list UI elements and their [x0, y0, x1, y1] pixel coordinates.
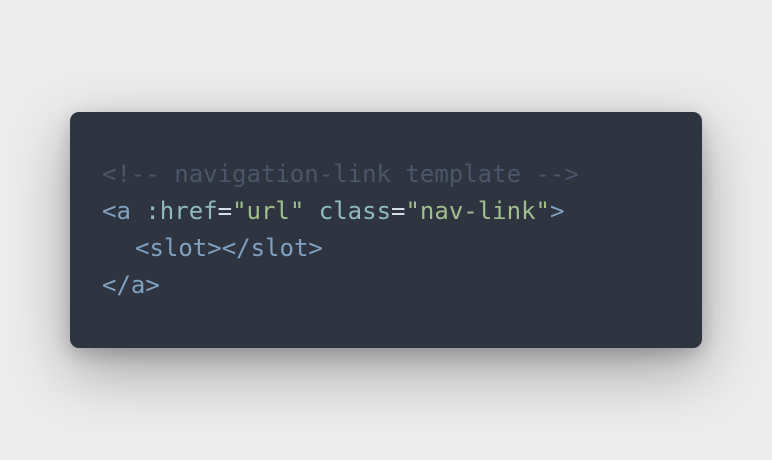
tag-slot-open: <slot> — [135, 234, 222, 262]
code-line-slot: <slot></slot> — [102, 230, 702, 267]
attr-href: :href — [145, 197, 218, 225]
tag-close-bracket: > — [549, 197, 565, 225]
tag-close-a: </a> — [102, 271, 160, 299]
code-line-anchor-open: <a :href="url" class="nav-link"> — [102, 193, 702, 230]
attr-value-nav-link: "nav-link" — [405, 197, 550, 225]
attr-class: class — [318, 197, 392, 225]
code-line-comment: <!-- navigation-link template --> — [102, 156, 702, 193]
code-line-anchor-close: </a> — [102, 267, 702, 304]
attr-value-url: "url" — [232, 197, 305, 225]
code-snippet-card: <!-- navigation-link template --> <a :hr… — [70, 112, 702, 348]
equals-sign: = — [217, 197, 233, 225]
html-comment: <!-- navigation-link template --> — [102, 160, 579, 188]
equals-sign: = — [391, 197, 406, 225]
tag-open-a: <a — [102, 197, 131, 225]
tag-slot-close: </slot> — [221, 234, 323, 262]
